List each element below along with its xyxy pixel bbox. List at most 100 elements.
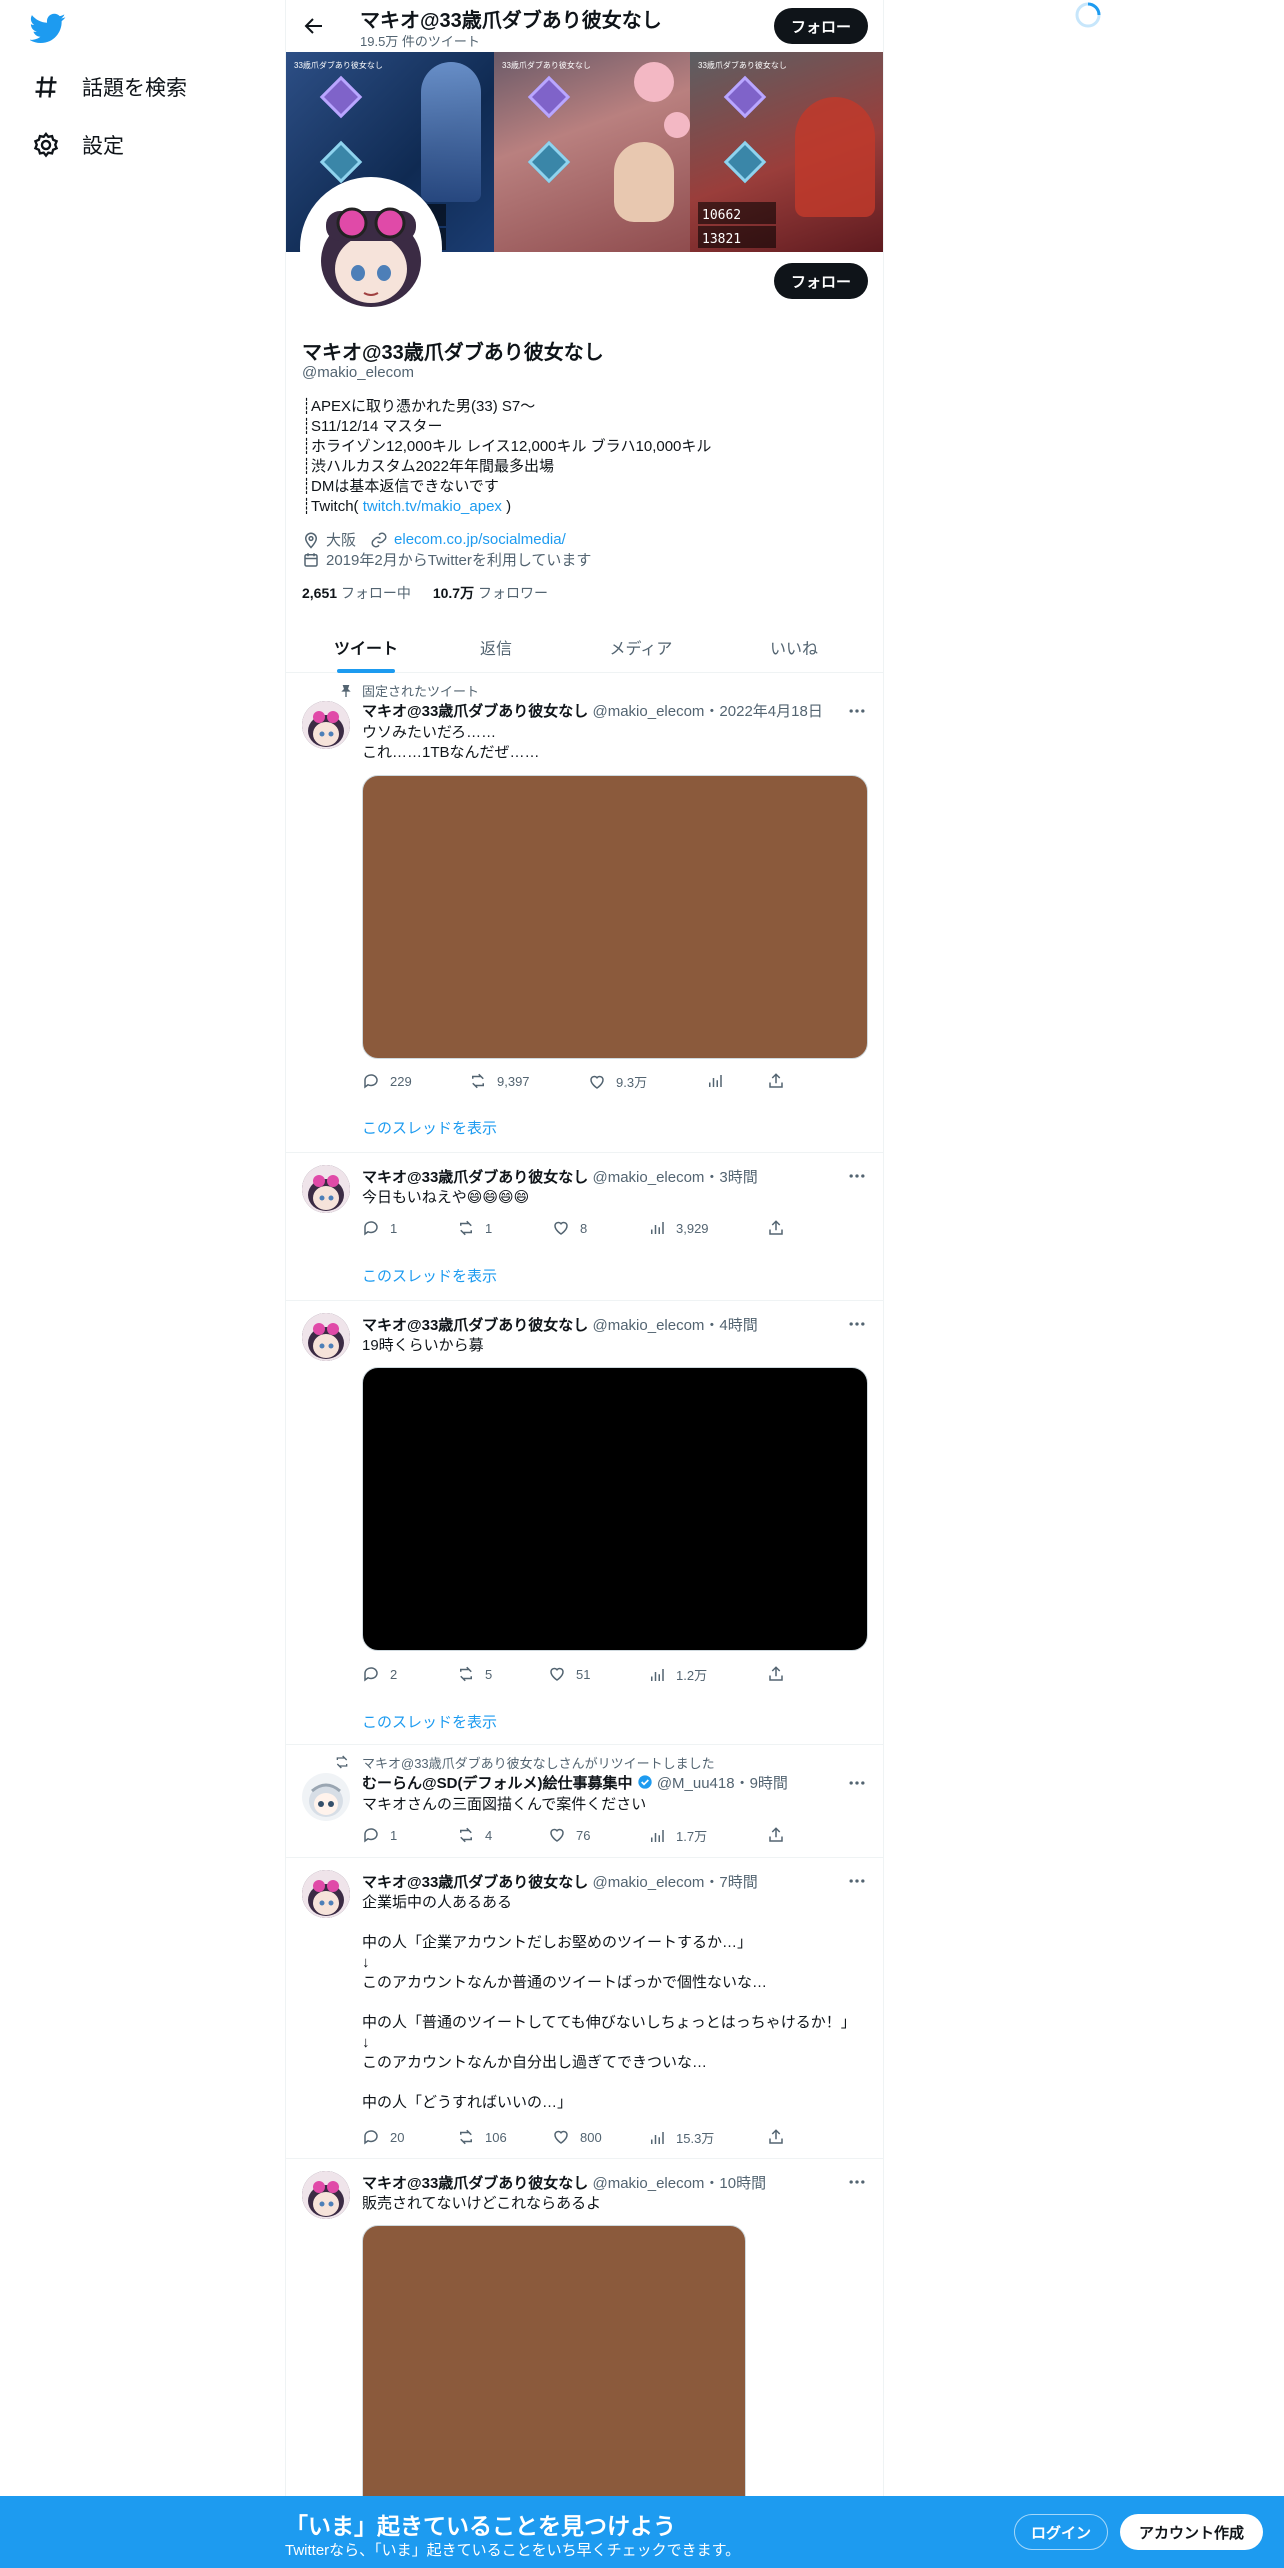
tweet-author-name[interactable]: マキオ@33歳爪ダブあり彼女なし xyxy=(362,1317,588,1334)
share-icon xyxy=(769,1666,783,1681)
retweeted-by-label[interactable]: マキオ@33歳爪ダブあり彼女なしさんがリツイートしました xyxy=(362,1753,715,1772)
signup-button[interactable]: アカウント作成 xyxy=(1120,2514,1263,2550)
rank-badge-icon xyxy=(723,75,767,119)
like-button[interactable]: 800 xyxy=(552,2128,602,2146)
tweet[interactable]: マキオ@33歳爪ダブあり彼女なし @makio_elecom・7時間 企業垢中の… xyxy=(286,1858,883,2159)
reply-button[interactable]: 229 xyxy=(362,1072,412,1090)
retweet-button[interactable]: 9,397 xyxy=(469,1072,530,1090)
bio-twitch-link[interactable]: twitch.tv/makio_apex xyxy=(363,498,502,515)
more-icon[interactable] xyxy=(847,1166,867,1186)
views-button[interactable] xyxy=(706,1072,734,1090)
tweet-pinned[interactable]: 固定されたツイート マキオ@33歳爪ダブあり彼女なし @makio_elecom… xyxy=(286,673,883,1153)
followers-label: フォロワー xyxy=(477,585,548,601)
banner-caption: 33歳爪ダブあり彼女なし xyxy=(294,61,383,70)
followers-count: 10.7万 xyxy=(432,585,475,601)
show-thread-link[interactable]: このスレッドを表示 xyxy=(362,1265,497,1286)
reply-button[interactable]: 1 xyxy=(362,1219,397,1237)
views-button[interactable]: 1.7万 xyxy=(648,1826,707,1845)
followers-link[interactable]: 10.7万 フォロワー xyxy=(433,585,548,601)
profile-website-link[interactable]: elecom.co.jp/socialmedia/ xyxy=(394,531,566,548)
tweet[interactable]: マキオ@33歳爪ダブあり彼女なし @makio_elecom・3時間 今日もいね… xyxy=(286,1153,883,1301)
analytics-icon xyxy=(651,2131,664,2144)
share-icon xyxy=(769,1827,783,1842)
retweet-button[interactable]: 5 xyxy=(457,1665,492,1683)
like-button[interactable]: 9.3万 xyxy=(588,1072,647,1091)
retweet-count: 5 xyxy=(485,1666,493,1682)
profile-avatar[interactable] xyxy=(300,177,442,319)
tweet-author-name[interactable]: マキオ@33歳爪ダブあり彼女なし xyxy=(362,2175,588,2192)
nav-explore-label: 話題を検索 xyxy=(82,77,187,100)
tweet-avatar[interactable] xyxy=(302,1773,350,1821)
banner-panel: 33歳爪ダブあり彼女なし 10662 13821 xyxy=(690,52,883,252)
tweet-avatar[interactable] xyxy=(302,1313,350,1361)
profile-follow-button[interactable]: フォロー xyxy=(774,263,868,299)
reply-count: 1 xyxy=(390,1220,398,1236)
twitter-logo-icon[interactable] xyxy=(30,10,66,46)
tab-media[interactable]: メディア xyxy=(566,620,716,673)
following-link[interactable]: 2,651 フォロー中 xyxy=(302,585,411,601)
tweet-meta[interactable]: @makio_elecom・7時間 xyxy=(592,1874,757,1891)
tweet-author-name[interactable]: マキオ@33歳爪ダブあり彼女なし xyxy=(362,703,588,720)
like-count: 76 xyxy=(576,1827,591,1843)
more-icon[interactable] xyxy=(847,2172,867,2192)
tweet-meta[interactable]: @M_uu418・9時間 xyxy=(657,1775,788,1792)
show-thread-link[interactable]: このスレッドを表示 xyxy=(362,1711,497,1732)
analytics-icon xyxy=(709,1075,722,1087)
back-arrow-icon[interactable] xyxy=(302,14,326,38)
tweet-meta[interactable]: @makio_elecom・3時間 xyxy=(592,1169,757,1186)
reply-button[interactable]: 20 xyxy=(362,2128,404,2146)
reply-button[interactable]: 2 xyxy=(362,1665,397,1683)
retweet-button[interactable]: 4 xyxy=(457,1826,492,1844)
more-icon[interactable] xyxy=(847,701,867,721)
show-thread-link[interactable]: このスレッドを表示 xyxy=(362,1117,497,1138)
tweet-author-name[interactable]: むーらん@SD(デフォルメ)絵仕事募集中 xyxy=(362,1775,632,1792)
banner-panel: 33歳爪ダブあり彼女なし xyxy=(494,52,690,252)
views-count: 15.3万 xyxy=(676,2131,715,2146)
sakura-flower xyxy=(664,112,690,138)
tweet[interactable]: マキオ@33歳爪ダブあり彼女なし @makio_elecom・4時間 19時くら… xyxy=(286,1301,883,1745)
tweet-text: 企業垢中の人あるある 中の人「企業アカウントだしお堅めのツイートするか…」 ↓ … xyxy=(362,1894,856,2111)
tweet-meta[interactable]: @makio_elecom・2022年4月18日 xyxy=(592,703,822,720)
gear-icon xyxy=(33,132,59,158)
retweet-button[interactable]: 106 xyxy=(457,2128,507,2146)
tab-replies[interactable]: 返信 xyxy=(421,620,571,673)
tweet-avatar[interactable] xyxy=(302,1165,350,1213)
tweet-avatar[interactable] xyxy=(302,1870,350,1918)
retweet-button[interactable]: 1 xyxy=(457,1219,492,1237)
header-follow-button[interactable]: フォロー xyxy=(774,8,868,44)
bio-link-suffix: ) xyxy=(501,498,512,515)
nav-explore[interactable]: 話題を検索 xyxy=(32,72,187,102)
nav-settings[interactable]: 設定 xyxy=(32,130,124,160)
views-button[interactable]: 1.2万 xyxy=(648,1665,707,1684)
character-figure xyxy=(795,97,875,217)
tweet-author-name[interactable]: マキオ@33歳爪ダブあり彼女なし xyxy=(362,1169,588,1186)
tweet-retweeted[interactable]: マキオ@33歳爪ダブあり彼女なしさんがリツイートしました むーらん@SD(デフォ… xyxy=(286,1745,883,1858)
tweet-avatar[interactable] xyxy=(302,2171,350,2219)
tweet-author-name[interactable]: マキオ@33歳爪ダブあり彼女なし xyxy=(362,1874,588,1891)
login-button[interactable]: ログイン xyxy=(1014,2514,1108,2550)
tweet-text: 今日もいねえや😄😄😄😄 xyxy=(362,1189,530,1206)
share-button[interactable] xyxy=(767,1826,785,1844)
views-button[interactable]: 15.3万 xyxy=(648,2128,714,2147)
rank-badge-icon xyxy=(527,140,571,184)
tab-likes[interactable]: いいね xyxy=(719,620,869,673)
share-button[interactable] xyxy=(767,2128,785,2146)
share-button[interactable] xyxy=(767,1219,785,1237)
more-icon[interactable] xyxy=(847,1773,867,1793)
analytics-icon xyxy=(651,1668,664,1681)
tweet-meta[interactable]: @makio_elecom・10時間 xyxy=(592,2175,766,2192)
share-button[interactable] xyxy=(767,1665,785,1683)
share-button[interactable] xyxy=(767,1072,785,1090)
views-button[interactable]: 3,929 xyxy=(648,1219,709,1237)
more-icon[interactable] xyxy=(847,1314,867,1334)
reply-button[interactable]: 1 xyxy=(362,1826,397,1844)
tweet-media-image[interactable] xyxy=(362,775,868,1059)
mask-face xyxy=(614,142,674,222)
tweet-meta[interactable]: @makio_elecom・4時間 xyxy=(592,1317,757,1334)
like-button[interactable]: 8 xyxy=(552,1219,587,1237)
tweet-media-video[interactable] xyxy=(362,1367,868,1651)
tweet-avatar[interactable] xyxy=(302,701,350,749)
like-button[interactable]: 51 xyxy=(548,1665,590,1683)
like-button[interactable]: 76 xyxy=(548,1826,590,1844)
more-icon[interactable] xyxy=(847,1871,867,1891)
